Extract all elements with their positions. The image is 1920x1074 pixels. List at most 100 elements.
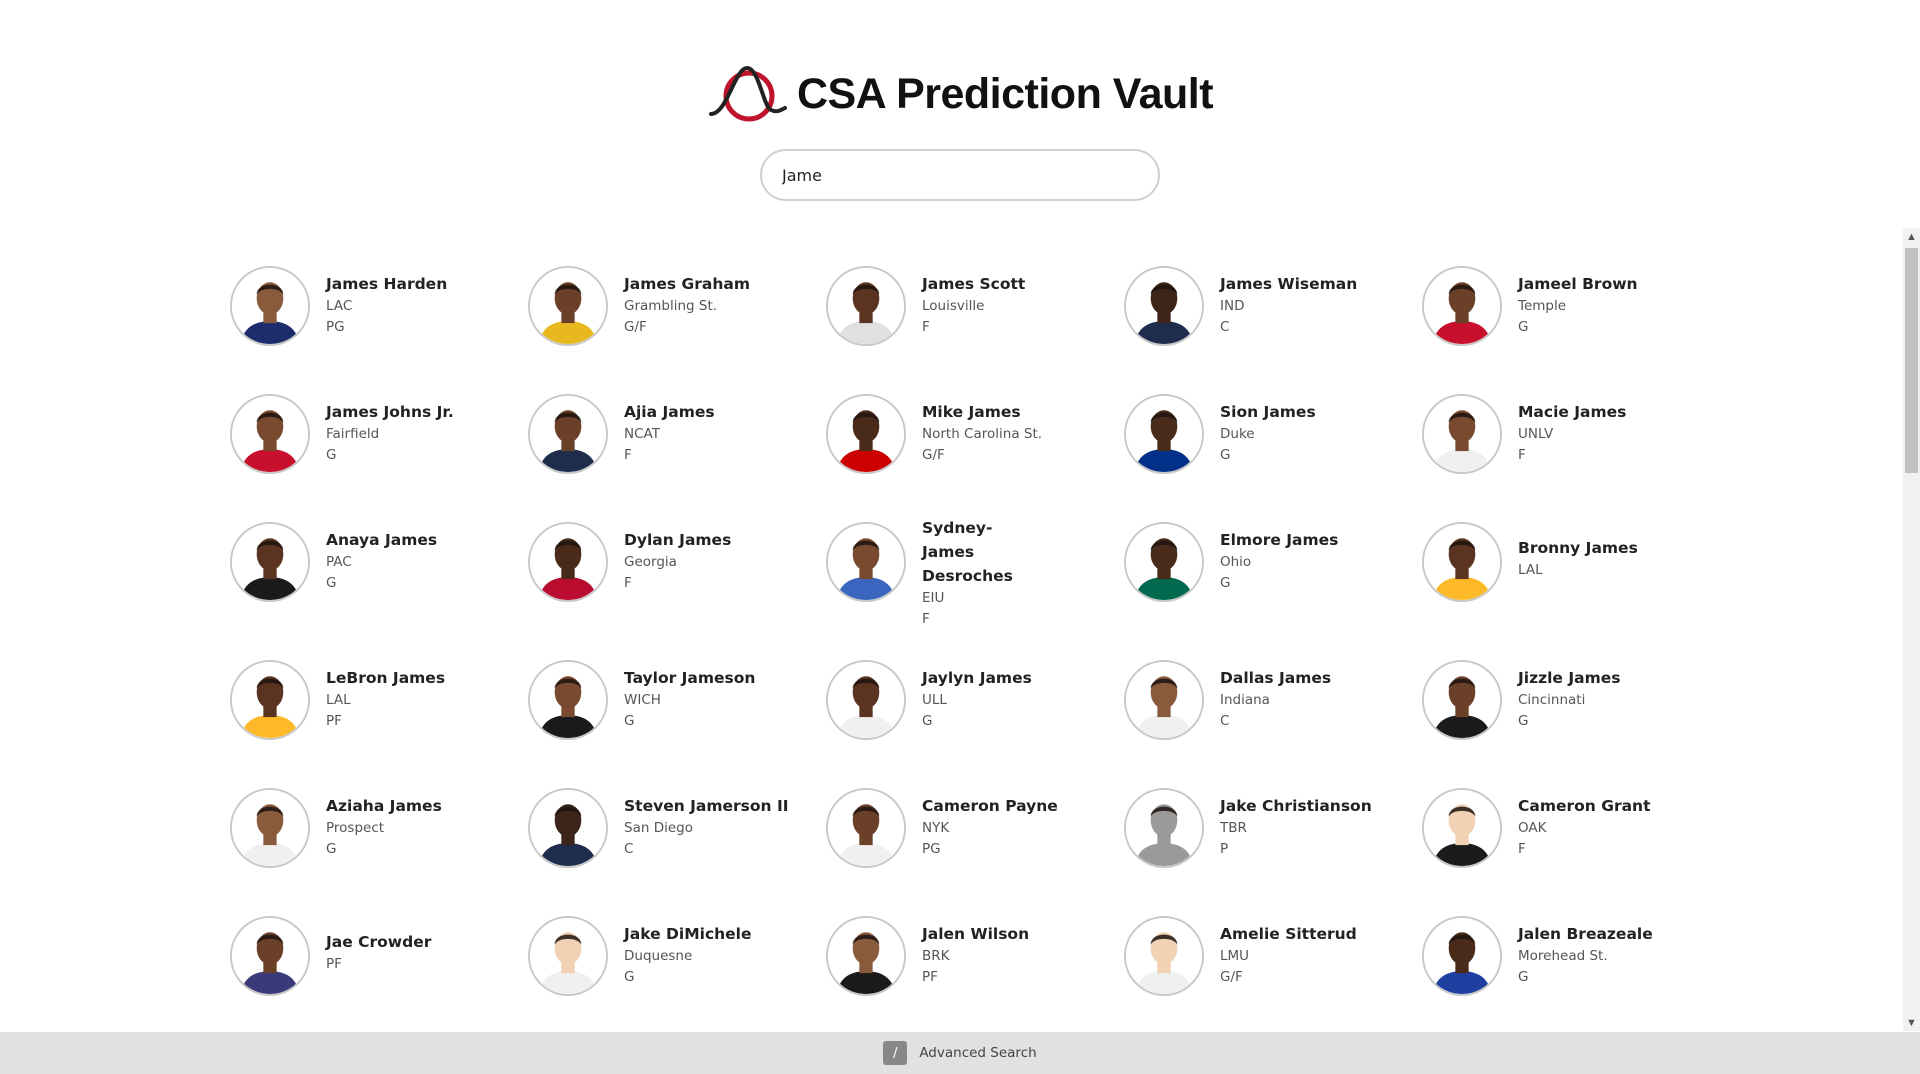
player-avatar [528, 522, 608, 602]
player-team: IND [1220, 298, 1245, 314]
player-name: Jae Crowder [326, 933, 432, 951]
chevron-down-icon[interactable]: ▼ [1903, 1014, 1920, 1031]
player-position: F [1518, 841, 1526, 857]
chevron-up-icon[interactable]: ▲ [1903, 228, 1920, 245]
player-name: Taylor Jameson [624, 669, 756, 687]
player-card[interactable]: Jalen Wilson BRK PF [826, 916, 1116, 1006]
player-card[interactable]: Sydney-James Desroches EIU F [826, 519, 1116, 627]
player-card[interactable]: James Harden LAC PG [230, 266, 520, 356]
player-team: Morehead St. [1518, 948, 1608, 964]
player-card[interactable]: Cameron Payne NYK PG [826, 788, 1116, 878]
player-team: Cincinnati [1518, 692, 1586, 708]
player-info: Cameron Payne NYK PG [922, 794, 1058, 860]
player-card[interactable]: Aziaha James Prospect G [230, 788, 520, 878]
player-position: PF [922, 969, 938, 985]
header: CSA Prediction Vault [0, 62, 1920, 126]
player-card[interactable]: Cameron Grant OAK F [1422, 788, 1712, 878]
player-position: F [1518, 447, 1526, 463]
player-card[interactable]: Mike James North Carolina St. G/F [826, 394, 1116, 484]
player-position: G [1518, 969, 1529, 985]
player-name: Sion James [1220, 403, 1316, 421]
player-position: F [922, 611, 930, 627]
player-card[interactable]: Dallas James Indiana C [1124, 660, 1414, 750]
player-info: Cameron Grant OAK F [1518, 794, 1651, 860]
player-team: NCAT [624, 426, 660, 442]
player-info: Sion James Duke G [1220, 400, 1316, 466]
player-card[interactable]: James Wiseman IND C [1124, 266, 1414, 356]
player-info: James Johns Jr. Fairfield G [326, 400, 454, 466]
player-card[interactable]: Sion James Duke G [1124, 394, 1414, 484]
player-position: G [624, 713, 635, 729]
player-card[interactable]: Amelie Sitterud LMU G/F [1124, 916, 1414, 1006]
player-info: James Graham Grambling St. G/F [624, 272, 750, 338]
player-card[interactable]: Jake Christianson TBR P [1124, 788, 1414, 878]
player-card[interactable]: Jalen Breazeale Morehead St. G [1422, 916, 1712, 1006]
search-box [760, 149, 1160, 201]
search-input[interactable] [760, 149, 1160, 201]
player-card[interactable]: Jizzle James Cincinnati G [1422, 660, 1712, 750]
player-avatar [230, 916, 310, 996]
player-team: PAC [326, 554, 352, 570]
player-avatar [528, 266, 608, 346]
player-card[interactable]: Ajia James NCAT F [528, 394, 818, 484]
player-info: Taylor Jameson WICH G [624, 666, 755, 732]
player-info: Macie James UNLV F [1518, 400, 1626, 466]
player-position: G [922, 713, 933, 729]
player-position: PF [326, 713, 342, 729]
player-info: Dallas James Indiana C [1220, 666, 1331, 732]
scrollbar[interactable]: ▲ ▼ [1903, 228, 1920, 1031]
player-card[interactable]: James Johns Jr. Fairfield G [230, 394, 520, 484]
player-position: F [922, 319, 930, 335]
player-team: EIU [922, 590, 945, 606]
player-info: Mike James North Carolina St. G/F [922, 400, 1042, 466]
player-info: Elmore James Ohio G [1220, 528, 1338, 594]
player-team: LAC [326, 298, 353, 314]
player-card[interactable]: Jae Crowder PF [230, 916, 520, 1006]
player-card[interactable]: Macie James UNLV F [1422, 394, 1712, 484]
player-info: Sydney-James Desroches EIU F [922, 516, 1042, 630]
player-card[interactable]: James Graham Grambling St. G/F [528, 266, 818, 356]
player-card[interactable]: Anaya James PAC G [230, 522, 520, 612]
player-avatar [1124, 788, 1204, 868]
player-name: Cameron Payne [922, 797, 1058, 815]
player-position: C [1220, 713, 1230, 729]
player-name: Steven Jamerson II [624, 797, 789, 815]
player-team: LAL [326, 692, 351, 708]
player-team: NYK [922, 820, 950, 836]
player-card[interactable]: Bronny James LAL [1422, 522, 1712, 612]
player-avatar [1124, 916, 1204, 996]
player-card[interactable]: Elmore James Ohio G [1124, 522, 1414, 612]
player-avatar [528, 660, 608, 740]
player-position: G/F [624, 319, 647, 335]
player-avatar [1422, 788, 1502, 868]
player-card[interactable]: Steven Jamerson II San Diego C [528, 788, 818, 878]
player-avatar [1422, 522, 1502, 602]
player-avatar [826, 916, 906, 996]
player-avatar [1422, 916, 1502, 996]
player-name: James Wiseman [1220, 275, 1358, 293]
player-name: Elmore James [1220, 531, 1339, 549]
player-name: James Johns Jr. [326, 403, 454, 421]
player-card[interactable]: LeBron James LAL PF [230, 660, 520, 750]
player-name: Amelie Sitterud [1220, 925, 1357, 943]
scrollbar-thumb[interactable] [1905, 248, 1918, 473]
player-position: G/F [1220, 969, 1243, 985]
player-info: James Wiseman IND C [1220, 272, 1357, 338]
player-name: James Graham [624, 275, 750, 293]
advanced-search-link[interactable]: Advanced Search [919, 1045, 1036, 1061]
player-avatar [826, 660, 906, 740]
player-name: Jake Christianson [1220, 797, 1372, 815]
player-info: Jalen Wilson BRK PF [922, 922, 1029, 988]
player-name: James Scott [922, 275, 1026, 293]
player-team: Temple [1518, 298, 1567, 314]
player-team: LAL [1518, 562, 1543, 578]
player-info: James Scott Louisville F [922, 272, 1025, 338]
player-card[interactable]: Jaylyn James ULL G [826, 660, 1116, 750]
player-card[interactable]: Dylan James Georgia F [528, 522, 818, 612]
player-card[interactable]: James Scott Louisville F [826, 266, 1116, 356]
player-card[interactable]: Jameel Brown Temple G [1422, 266, 1712, 356]
player-card[interactable]: Jake DiMichele Duquesne G [528, 916, 818, 1006]
player-card[interactable]: Taylor Jameson WICH G [528, 660, 818, 750]
player-team: Prospect [326, 820, 385, 836]
player-avatar [826, 788, 906, 868]
